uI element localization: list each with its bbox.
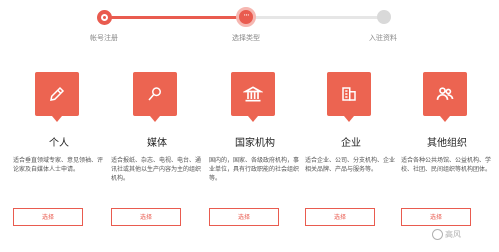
card-title: 其他组织 bbox=[427, 138, 467, 149]
select-button[interactable]: 选择 bbox=[111, 208, 181, 226]
select-button[interactable]: 选择 bbox=[209, 208, 279, 226]
card-title: 个人 bbox=[49, 138, 69, 149]
card-description: 适合垂直领域专家、意见领袖、评论家及自媒体人士申请。 bbox=[13, 157, 104, 173]
progress-track-complete bbox=[104, 16, 246, 19]
select-button[interactable]: 选择 bbox=[13, 208, 83, 226]
account-type-card-personal: 个人 适合垂直领域专家、意见领袖、评论家及自媒体人士申请。 选择 bbox=[13, 72, 105, 240]
progress-stepper: ··· 帐号注册 选择类型 入驻资料 bbox=[0, 0, 499, 52]
step-2-marker: ··· bbox=[236, 7, 256, 27]
step-3-label: 入驻资料 bbox=[369, 34, 397, 42]
pencil-icon bbox=[35, 72, 79, 122]
institution-icon bbox=[231, 72, 275, 122]
account-type-card-enterprise: 企业 适合企业、公司、分支机构、企业相关品牌、产品与服务等。 选择 bbox=[305, 72, 397, 240]
card-description: 适合报纸、杂志、电视、电台、通讯社或其他以生产内容为主的组织机构。 bbox=[111, 157, 202, 182]
card-title: 媒体 bbox=[147, 138, 167, 149]
wechat-icon bbox=[432, 229, 443, 240]
card-title: 企业 bbox=[341, 138, 361, 149]
step-1-marker bbox=[97, 10, 112, 25]
account-type-card-other-org: 其他组织 适合各种公共场馆、公益机构、学校、社团、民间组织等机构团体。 选择 bbox=[401, 72, 493, 240]
watermark: 高风 bbox=[432, 229, 461, 240]
progress-track-remaining bbox=[246, 16, 382, 19]
account-type-card-government: 国家机构 国内的，国家、各级政府机构，事业单位，具有行政职能的社会组织等。 选择 bbox=[209, 72, 301, 240]
account-type-card-media: 媒体 适合报纸、杂志、电视、电台、通讯社或其他以生产内容为主的组织机构。 选择 bbox=[111, 72, 203, 240]
select-button[interactable]: 选择 bbox=[305, 208, 375, 226]
step-1-label: 帐号注册 bbox=[90, 34, 118, 42]
card-description: 适合企业、公司、分支机构、企业相关品牌、产品与服务等。 bbox=[305, 157, 396, 173]
building-icon bbox=[327, 72, 371, 122]
card-description: 国内的，国家、各级政府机构，事业单位，具有行政职能的社会组织等。 bbox=[209, 157, 300, 182]
select-button[interactable]: 选择 bbox=[401, 208, 471, 226]
watermark-text: 高风 bbox=[445, 230, 461, 239]
microphone-icon bbox=[133, 72, 177, 122]
group-icon bbox=[423, 72, 467, 122]
card-description: 适合各种公共场馆、公益机构、学校、社团、民间组织等机构团体。 bbox=[401, 157, 492, 173]
step-2-label: 选择类型 bbox=[232, 34, 260, 42]
step-3-marker bbox=[377, 10, 391, 24]
card-title: 国家机构 bbox=[235, 138, 275, 149]
